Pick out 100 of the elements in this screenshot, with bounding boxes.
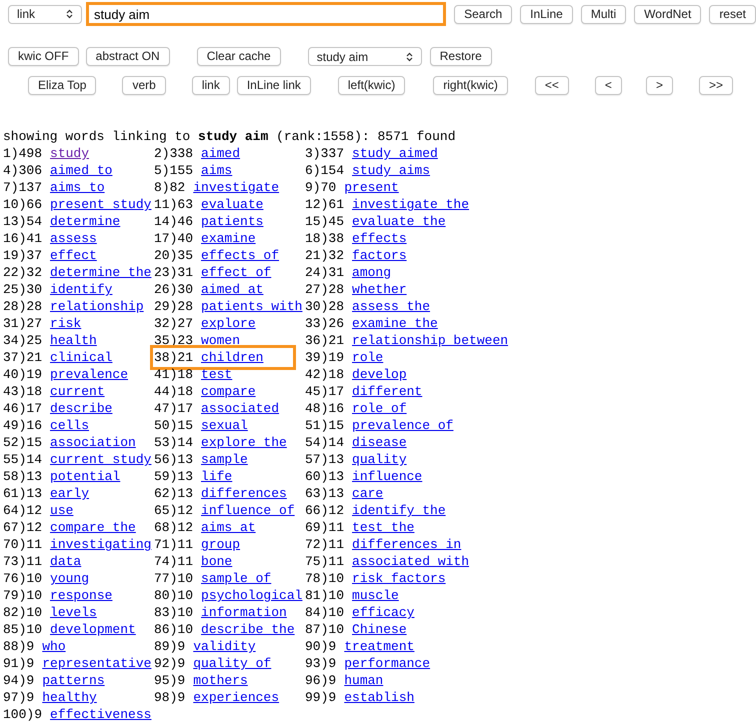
result-link[interactable]: evaluate the — [352, 213, 446, 230]
toolbar-button[interactable]: InLine — [520, 4, 573, 24]
navigation-button[interactable]: InLine link — [236, 76, 311, 95]
result-link[interactable]: determine — [50, 213, 120, 230]
result-link[interactable]: quality — [352, 451, 407, 468]
result-link[interactable]: whether — [352, 281, 407, 298]
result-link[interactable]: examine — [201, 230, 256, 247]
result-link[interactable]: quality of — [193, 655, 272, 672]
option-button[interactable]: Clear cache — [196, 47, 281, 66]
result-link[interactable]: patients — [201, 213, 264, 230]
result-link[interactable]: response — [50, 587, 112, 604]
result-link[interactable]: present — [344, 179, 399, 196]
navigation-button[interactable]: Eliza Top — [28, 76, 96, 95]
result-link[interactable]: group — [201, 536, 240, 553]
result-link[interactable]: treatment — [344, 638, 414, 655]
option-button[interactable]: abstract ON — [86, 47, 170, 66]
result-link[interactable]: children — [201, 349, 264, 366]
result-link[interactable]: evaluate — [201, 196, 264, 213]
result-link[interactable]: representative — [42, 655, 152, 672]
result-link[interactable]: effectiveness — [50, 706, 152, 723]
result-link[interactable]: determine the — [50, 264, 152, 281]
result-link[interactable]: experiences — [193, 689, 280, 706]
result-link[interactable]: patients with — [201, 298, 302, 315]
result-link[interactable]: patterns — [42, 672, 105, 689]
result-link[interactable]: care — [352, 485, 384, 502]
result-link[interactable]: bone — [201, 553, 232, 570]
result-link[interactable]: examine the — [352, 315, 438, 332]
result-link[interactable]: current — [50, 383, 105, 400]
result-link[interactable]: human — [344, 672, 384, 689]
result-link[interactable]: life — [201, 468, 232, 485]
result-link[interactable]: describe — [50, 400, 112, 417]
result-link[interactable]: develop — [352, 366, 407, 383]
result-link[interactable]: test — [201, 366, 232, 383]
result-link[interactable]: identify the — [352, 502, 446, 519]
result-link[interactable]: compare — [201, 383, 256, 400]
result-link[interactable]: sexual — [201, 417, 248, 434]
navigation-button[interactable]: < — [594, 76, 622, 95]
result-link[interactable]: study aims — [352, 162, 430, 179]
result-link[interactable]: differences in — [352, 536, 462, 553]
result-link[interactable]: aims to — [50, 179, 105, 196]
result-link[interactable]: prevalence — [50, 366, 128, 383]
result-link[interactable]: psychological — [201, 587, 302, 604]
option-button[interactable]: kwic OFF — [8, 47, 79, 66]
result-link[interactable]: development — [50, 621, 136, 638]
result-link[interactable]: association — [50, 434, 136, 451]
result-link[interactable]: factors — [352, 247, 407, 264]
result-link[interactable]: role — [352, 349, 384, 366]
navigation-button[interactable]: right(kwic) — [433, 76, 508, 95]
navigation-button[interactable]: > — [646, 76, 673, 95]
result-link[interactable]: among — [352, 264, 392, 281]
result-link[interactable]: influence of — [201, 502, 295, 519]
result-link[interactable]: compare the — [50, 519, 136, 536]
result-link[interactable]: effects — [352, 230, 407, 247]
result-link[interactable]: investigating — [50, 536, 152, 553]
toolbar-button[interactable]: Search — [454, 4, 512, 24]
navigation-button[interactable]: verb — [122, 76, 166, 95]
result-link[interactable]: sample of — [201, 570, 272, 587]
result-link[interactable]: relationship between — [352, 332, 508, 349]
navigation-button[interactable]: link — [192, 76, 230, 95]
result-link[interactable]: current study — [50, 451, 152, 468]
result-link[interactable]: associated with — [352, 553, 470, 570]
result-link[interactable]: investigate — [193, 179, 280, 196]
result-link[interactable]: aimed at — [201, 281, 264, 298]
dropdown-select[interactable]: link — [8, 4, 82, 24]
result-link[interactable]: assess the — [352, 298, 430, 315]
navigation-button[interactable]: >> — [698, 76, 733, 95]
result-link[interactable]: who — [42, 638, 66, 655]
result-link[interactable]: identify — [50, 281, 112, 298]
navigation-button[interactable]: left(kwic) — [338, 76, 406, 95]
result-link[interactable]: associated — [201, 400, 280, 417]
result-link[interactable]: validity — [193, 638, 256, 655]
result-link[interactable]: efficacy — [352, 604, 414, 621]
result-link[interactable]: clinical — [50, 349, 112, 366]
result-link[interactable]: study — [50, 145, 90, 162]
result-link[interactable]: assess — [50, 230, 97, 247]
result-link[interactable]: risk — [50, 315, 82, 332]
option-button[interactable]: Restore — [430, 47, 492, 66]
result-link[interactable]: risk factors — [352, 570, 446, 587]
result-link[interactable]: effect of — [201, 264, 272, 281]
result-link[interactable]: cells — [50, 417, 90, 434]
result-link[interactable]: levels — [50, 604, 97, 621]
result-link[interactable]: different — [352, 383, 422, 400]
result-link[interactable]: relationship — [50, 298, 144, 315]
result-link[interactable]: aims — [201, 162, 232, 179]
result-link[interactable]: mothers — [193, 672, 248, 689]
result-link[interactable]: use — [50, 502, 74, 519]
result-link[interactable]: present study — [50, 196, 152, 213]
result-link[interactable]: test the — [352, 519, 414, 536]
search-field[interactable]: study aim — [89, 5, 444, 23]
result-link[interactable]: healthy — [42, 689, 97, 706]
result-link[interactable]: sample — [201, 451, 248, 468]
result-link[interactable]: young — [50, 570, 90, 587]
result-link[interactable]: explore — [201, 315, 256, 332]
result-link[interactable]: women — [201, 332, 240, 349]
toolbar-button[interactable]: WordNet — [634, 4, 702, 24]
result-link[interactable]: effects of — [201, 247, 280, 264]
result-link[interactable]: information — [201, 604, 287, 621]
result-link[interactable]: aimed to — [50, 162, 112, 179]
result-link[interactable]: prevalence of — [352, 417, 454, 434]
result-link[interactable]: potential — [50, 468, 120, 485]
